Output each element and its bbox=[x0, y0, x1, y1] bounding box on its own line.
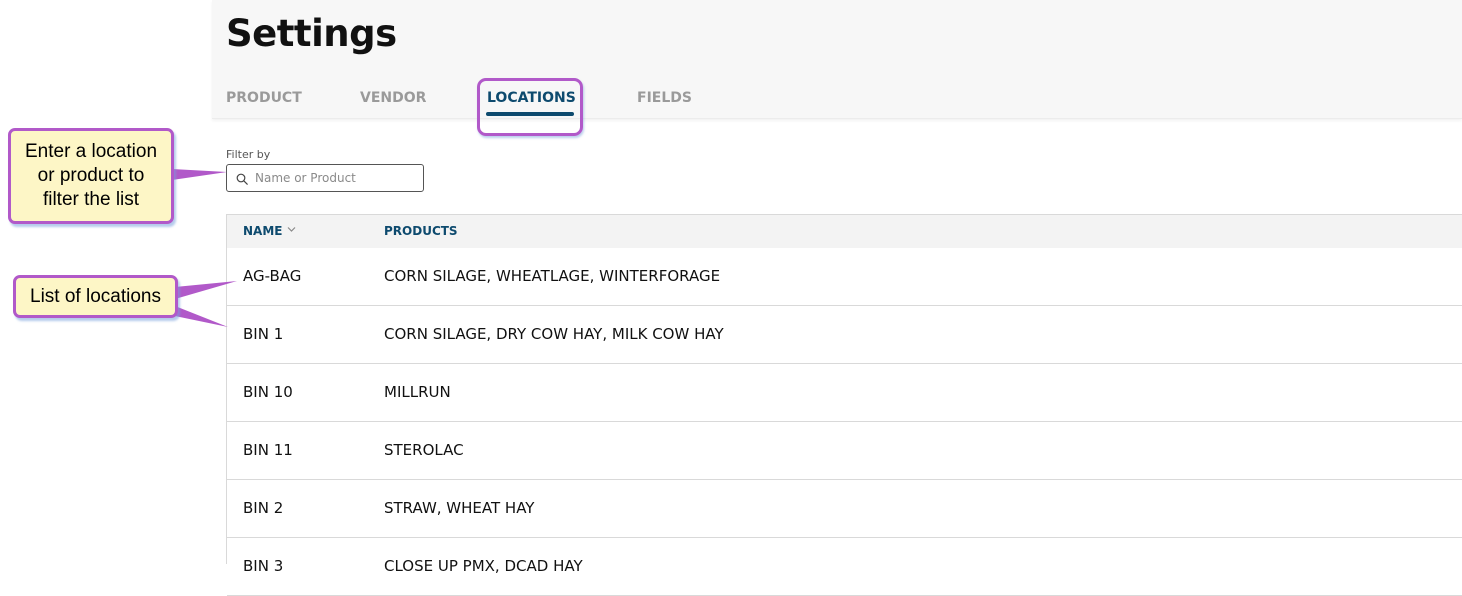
settings-header: Settings PRODUCT VENDOR LOCATIONS FIELDS bbox=[212, 0, 1462, 119]
filter-hint-line: filter the list bbox=[42, 189, 140, 210]
location-products: STEROLAC bbox=[384, 441, 464, 459]
table-row[interactable]: BIN 2 STRAW, WHEAT HAY bbox=[227, 480, 1462, 538]
location-name: BIN 1 bbox=[243, 325, 284, 343]
chevron-down-icon[interactable] bbox=[287, 226, 296, 233]
location-name: BIN 11 bbox=[243, 441, 293, 459]
location-name: BIN 3 bbox=[243, 557, 284, 575]
locations-tab-highlight bbox=[477, 78, 583, 136]
location-products: CORN SILAGE, DRY COW HAY, MILK COW HAY bbox=[384, 325, 724, 343]
settings-app: Settings PRODUCT VENDOR LOCATIONS FIELDS… bbox=[212, 0, 1462, 596]
location-name: BIN 2 bbox=[243, 499, 284, 517]
location-products: MILLRUN bbox=[384, 383, 451, 401]
location-name: AG-BAG bbox=[243, 267, 302, 285]
search-icon bbox=[236, 173, 248, 185]
table-row[interactable]: BIN 11 STEROLAC bbox=[227, 422, 1462, 480]
filter-input[interactable] bbox=[255, 169, 415, 187]
table-row[interactable]: BIN 10 MILLRUN bbox=[227, 364, 1462, 422]
location-products: CLOSE UP PMX, DCAD HAY bbox=[384, 557, 583, 575]
locations-table: NAME PRODUCTS AG-BAG CORN SILAGE, WHEATL… bbox=[226, 214, 1462, 596]
filter-hint-line: or product to bbox=[37, 165, 145, 186]
location-products: STRAW, WHEAT HAY bbox=[384, 499, 535, 517]
location-products: CORN SILAGE, WHEATLAGE, WINTERFORAGE bbox=[384, 267, 721, 285]
tab-fields[interactable]: FIELDS bbox=[637, 90, 692, 106]
table-row[interactable]: BIN 1 CORN SILAGE, DRY COW HAY, MILK COW… bbox=[227, 306, 1462, 364]
page-title: Settings bbox=[226, 12, 397, 55]
filter-field[interactable] bbox=[226, 164, 424, 192]
table-header: NAME PRODUCTS bbox=[227, 215, 1462, 249]
table-row[interactable]: AG-BAG CORN SILAGE, WHEATLAGE, WINTERFOR… bbox=[227, 248, 1462, 306]
column-header-products[interactable]: PRODUCTS bbox=[384, 224, 458, 238]
location-name: BIN 10 bbox=[243, 383, 293, 401]
filter-hint-line: Enter a location bbox=[24, 141, 158, 162]
filter-hint-callout: Enter a location or product to filter th… bbox=[8, 128, 174, 224]
list-hint-text: List of locations bbox=[30, 285, 161, 307]
tab-product[interactable]: PRODUCT bbox=[226, 90, 302, 106]
filter-label: Filter by bbox=[226, 148, 271, 161]
column-header-name[interactable]: NAME bbox=[243, 224, 282, 238]
tab-vendor[interactable]: VENDOR bbox=[360, 90, 426, 106]
table-row[interactable]: BIN 3 CLOSE UP PMX, DCAD HAY bbox=[227, 538, 1462, 596]
list-hint-callout: List of locations bbox=[13, 275, 178, 318]
